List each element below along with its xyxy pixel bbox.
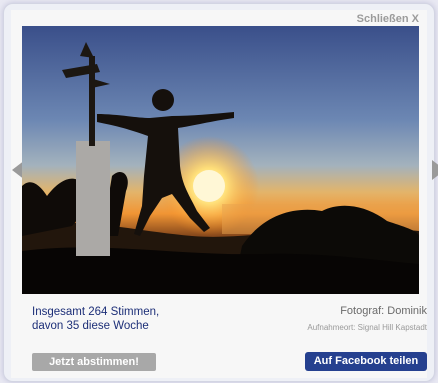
vote-week: davon 35 diese Woche <box>32 320 149 332</box>
vote-count: Insgesamt 264 Stimmen, davon 35 diese Wo… <box>32 305 159 333</box>
vote-total: Insgesamt 264 Stimmen, <box>32 306 160 318</box>
photo-location: Aufnahmeort: Signal Hill Kapstadt <box>307 323 427 332</box>
photographer-credit: Fotograf: Dominik <box>340 305 427 317</box>
photo-illustration <box>22 26 419 294</box>
next-arrow-icon[interactable] <box>432 160 438 180</box>
sunset-photo <box>22 26 419 294</box>
vote-button[interactable]: Jetzt abstimmen! <box>32 353 156 371</box>
facebook-share-button[interactable]: Auf Facebook teilen <box>305 352 427 371</box>
close-button[interactable]: Schließen X <box>357 13 419 25</box>
